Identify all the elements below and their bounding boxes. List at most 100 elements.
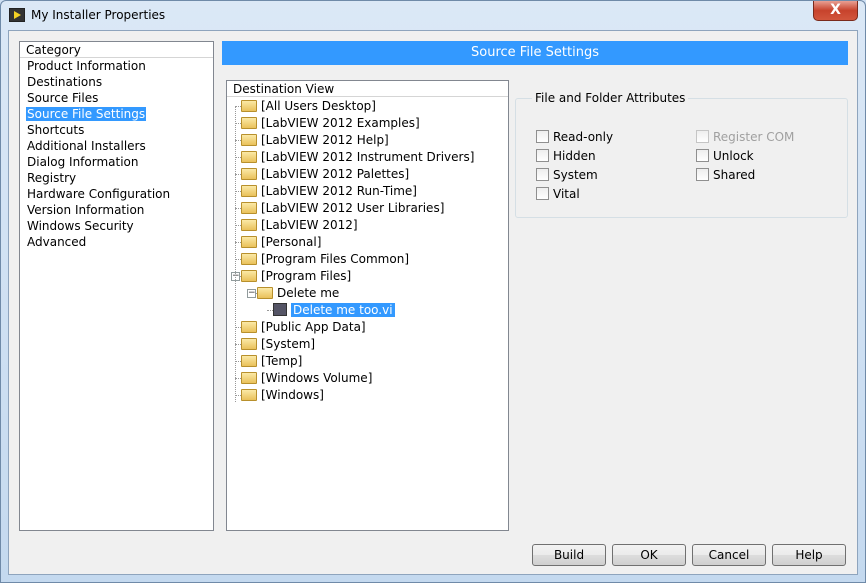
category-item-label: Registry (27, 171, 77, 185)
category-item[interactable]: Source Files (20, 90, 213, 106)
category-item[interactable]: Windows Security (20, 218, 213, 234)
tree-item-label: [System] (261, 337, 316, 351)
build-button[interactable]: Build (532, 544, 606, 566)
checkbox-label: Read-only (553, 130, 614, 144)
tree-item-label: [Temp] (261, 354, 303, 368)
category-item[interactable]: Version Information (20, 202, 213, 218)
checkbox-label: Hidden (553, 149, 596, 163)
tree-item-label: [LabVIEW 2012 Examples] (261, 116, 420, 130)
checkbox-read-only[interactable]: Read-only (536, 130, 613, 144)
folder-icon (241, 151, 257, 163)
tree-item-label: [LabVIEW 2012] (261, 218, 358, 232)
checkbox-shared[interactable]: Shared (696, 168, 755, 182)
help-button[interactable]: Help (772, 544, 846, 566)
tree-item[interactable]: [Windows] (241, 387, 324, 404)
folder-icon (241, 219, 257, 231)
category-item-label: Additional Installers (27, 139, 146, 153)
tree-item-label: [LabVIEW 2012 Help] (261, 133, 389, 147)
tree-item-label: [Public App Data] (261, 320, 366, 334)
tree-item[interactable]: [All Users Desktop] (241, 98, 376, 115)
tree-item[interactable]: Delete me (257, 285, 339, 302)
category-item-label: Windows Security (27, 219, 134, 233)
tree-item-label: [Personal] (261, 235, 322, 249)
tree-item[interactable]: [Temp] (241, 353, 302, 370)
tree-item[interactable]: [System] (241, 336, 315, 353)
tree-item-label: [LabVIEW 2012 Run-Time] (261, 184, 417, 198)
page-banner: Source File Settings (222, 41, 848, 65)
checkbox-box (696, 130, 709, 143)
category-item[interactable]: Product Information (20, 58, 213, 74)
category-item[interactable]: Shortcuts (20, 122, 213, 138)
open-folder-icon (241, 270, 257, 282)
tree-item[interactable]: [LabVIEW 2012 Help] (241, 132, 389, 149)
checkbox-register-com: Register COM (696, 130, 794, 144)
tree-item[interactable]: [Program Files Common] (241, 251, 409, 268)
category-item[interactable]: Source File Settings (20, 106, 213, 122)
category-item-label: Source Files (27, 91, 99, 105)
category-item-label: Dialog Information (27, 155, 139, 169)
folder-icon (241, 134, 257, 146)
close-button[interactable]: X (813, 1, 858, 21)
checkbox-system[interactable]: System (536, 168, 598, 182)
file-folder-attributes-group: File and Folder Attributes Read-only Hidd… (515, 91, 848, 218)
collapse-toggle-icon[interactable]: − (247, 289, 256, 298)
tree-item[interactable]: [LabVIEW 2012] (241, 217, 358, 234)
category-list[interactable]: Category Product Information Destinations… (19, 41, 214, 531)
tree-item[interactable]: [LabVIEW 2012 Palettes] (241, 166, 409, 183)
tree-item[interactable]: [Personal] (241, 234, 321, 251)
folder-icon (241, 355, 257, 367)
category-item[interactable]: Additional Installers (20, 138, 213, 154)
tree-item-label: [Windows Volume] (261, 371, 373, 385)
folder-icon (241, 117, 257, 129)
tree-line (235, 106, 236, 402)
folder-icon (241, 185, 257, 197)
category-item[interactable]: Registry (20, 170, 213, 186)
tree-item-label: [LabVIEW 2012 Palettes] (261, 167, 410, 181)
folder-icon (241, 389, 257, 401)
category-item-label: Shortcuts (27, 123, 85, 137)
checkbox-vital[interactable]: Vital (536, 187, 580, 201)
category-item[interactable]: Dialog Information (20, 154, 213, 170)
labview-app-icon (9, 8, 25, 22)
folder-icon (241, 202, 257, 214)
category-item-label: Destinations (27, 75, 103, 89)
category-item-label: Advanced (27, 235, 87, 249)
tree-item-label: [Program Files Common] (261, 252, 410, 266)
tree-item[interactable]: [LabVIEW 2012 Examples] (241, 115, 420, 132)
checkbox-box (696, 168, 709, 181)
category-item-label: Product Information (27, 59, 146, 73)
checkbox-box (696, 149, 709, 162)
tree-item[interactable]: [LabVIEW 2012 Instrument Drivers] (241, 149, 474, 166)
checkbox-box (536, 168, 549, 181)
tree-item[interactable]: [Windows Volume] (241, 370, 372, 387)
checkbox-box (536, 149, 549, 162)
tree-item-label: [LabVIEW 2012 User Libraries] (261, 201, 445, 215)
tree-item[interactable]: [LabVIEW 2012 User Libraries] (241, 200, 444, 217)
tree-item[interactable]: [LabVIEW 2012 Run-Time] (241, 183, 417, 200)
checkbox-box (536, 187, 549, 200)
checkbox-unlock[interactable]: Unlock (696, 149, 754, 163)
ok-button[interactable]: OK (612, 544, 686, 566)
tree-header: Destination View (227, 81, 508, 97)
folder-icon (241, 372, 257, 384)
tree-item-label: Delete me (277, 286, 340, 300)
category-item[interactable]: Destinations (20, 74, 213, 90)
vi-file-icon (273, 303, 287, 316)
category-header: Category (20, 42, 213, 58)
category-item[interactable]: Advanced (20, 234, 213, 250)
category-item[interactable]: Hardware Configuration (20, 186, 213, 202)
tree-item[interactable]: [Program Files] (241, 268, 351, 285)
category-item-label: Source File Settings (26, 107, 147, 121)
checkbox-hidden[interactable]: Hidden (536, 149, 596, 163)
checkbox-label: System (553, 168, 598, 182)
folder-icon (241, 168, 257, 180)
tree-item-label: [All Users Desktop] (261, 99, 376, 113)
folder-icon (241, 321, 257, 333)
window-title: My Installer Properties (31, 8, 166, 22)
tree-item[interactable]: [Public App Data] (241, 319, 366, 336)
folder-icon (241, 100, 257, 112)
cancel-button[interactable]: Cancel (692, 544, 766, 566)
destination-tree[interactable]: Destination View [All Users Desktop] [Lab… (226, 80, 509, 531)
tree-item[interactable]: Delete me too.vi (273, 302, 395, 319)
checkbox-box (536, 130, 549, 143)
